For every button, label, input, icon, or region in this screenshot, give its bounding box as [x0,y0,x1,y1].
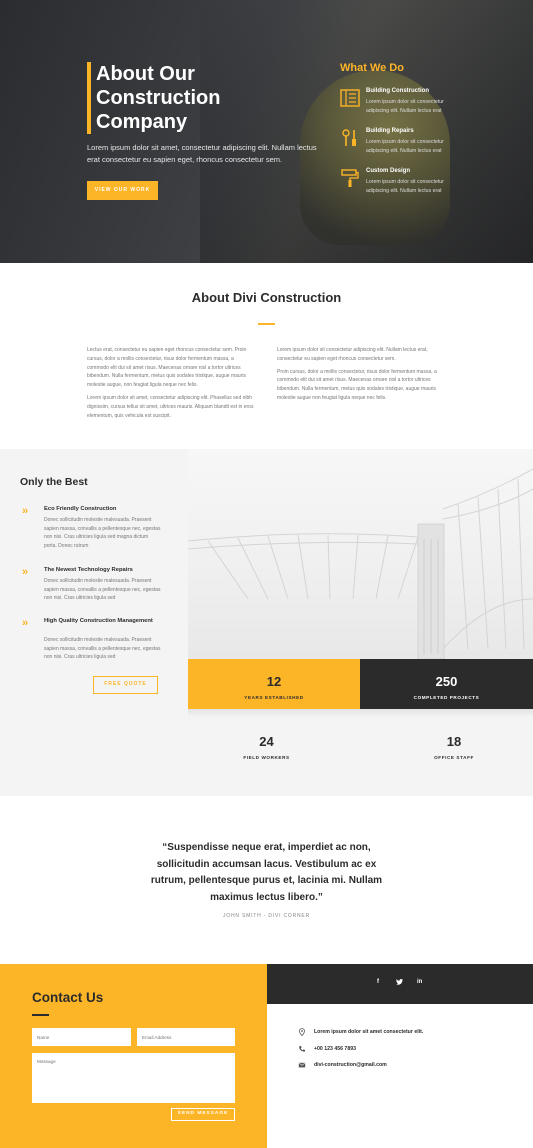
tools-icon [342,129,356,146]
contact-phone: +00 123 456 7893 [314,1046,356,1052]
service-description: Lorem ipsum dolor sit consectetur adipis… [366,139,444,154]
stat-item: 18 OFFICE STAFF [375,734,533,760]
facebook-icon[interactable]: f [377,979,379,985]
about-right-column: Lorem ipsum dolor sit consectetur adipis… [277,346,445,407]
feature-title: High Quality Construction Management [44,618,153,624]
feature-title: Eco Friendly Construction [44,506,117,512]
about-title-divider [258,323,275,325]
double-chevron-right-icon: » [22,566,29,578]
about-title: About Divi Construction [191,290,342,305]
stat-item: 24 FIELD WORKERS [188,734,345,760]
service-title: Custom Design [366,168,411,174]
paint-roller-icon [341,169,359,187]
stat-label: YEARS ESTABLISHED [244,695,304,700]
service-item: Building Repairs Lorem ipsum dolor sit c… [340,128,460,164]
about-paragraph: Lorem ipsum dolor sit amet, consectetur … [87,394,254,419]
stat-label: COMPLETED PROJECTS [413,695,480,700]
service-title: Building Repairs [366,128,414,134]
double-chevron-right-icon: » [22,505,29,517]
about-paragraph: Lorem ipsum dolor sit consectetur adipis… [277,347,428,362]
stat-label: FIELD WORKERS [243,755,290,760]
feature-description: Donec sollicitudin molestie malesuada. P… [44,578,161,602]
feature-description: Donec sollicitudin molestie malesuada. P… [44,637,161,661]
bridge-image [188,449,533,659]
what-we-do-title: What We Do [340,62,404,74]
contact-title-divider [32,1014,49,1016]
linkedin-icon[interactable]: in [417,979,422,985]
stat-number: 24 [259,734,274,749]
view-our-work-button[interactable]: VIEW OUR WORK [87,181,158,200]
hero-title: About Our Construction Company [96,63,221,133]
stat-item: 250 COMPLETED PROJECTS [360,674,533,700]
stat-number: 18 [446,734,462,749]
blueprint-icon [340,89,360,107]
service-item: Building Construction Lorem ipsum dolor … [340,88,460,124]
stat-label: OFFICE STAFF [434,755,474,760]
contact-info-address: Lorem ipsum dolor sit amet consectetur e… [298,1028,498,1038]
service-description: Lorem ipsum dolor sit consectetur adipis… [366,179,444,194]
mail-icon [298,1062,306,1068]
double-chevron-right-icon: » [22,617,29,629]
bridge-illustration [188,468,533,659]
service-title: Building Construction [366,88,429,94]
message-field[interactable] [32,1053,235,1103]
stats-shadow [188,709,533,717]
contact-info-phone: +00 123 456 7893 [298,1045,498,1055]
name-field[interactable] [32,1028,131,1046]
twitter-icon[interactable] [396,979,403,987]
send-message-button[interactable]: SEND MESSAGE [171,1108,235,1121]
feature-description: Donec sollicitudin molestie malesuada. P… [44,517,161,550]
email-field[interactable] [137,1028,235,1046]
best-title: Only the Best [20,476,88,488]
stat-number: 12 [266,674,282,689]
map-pin-icon [299,1028,305,1036]
feature-title: The Newest Technology Repairs [44,567,133,573]
stat-number: 250 [435,674,458,689]
contact-address: Lorem ipsum dolor sit amet consectetur e… [314,1029,424,1035]
free-quote-button[interactable]: FREE QUOTE [93,676,158,694]
testimonial-author: JOHN SMITH - DIVI CORNER [223,913,310,919]
service-item: Custom Design Lorem ipsum dolor sit cons… [340,168,460,204]
phone-icon [299,1046,305,1052]
about-left-column: Lectus erat, consectetur eu sapien eget … [87,346,255,424]
about-paragraph: Lectus erat, consectetur eu sapien eget … [87,347,247,389]
testimonial-quote: “Suspendisse neque erat, imperdiet ac no… [150,842,383,903]
service-description: Lorem ipsum dolor sit consectetur adipis… [366,99,444,114]
stat-item: 12 YEARS ESTABLISHED [188,674,360,700]
hero-title-accent-bar [87,62,91,134]
contact-email: divi-construction@gmail.com [314,1062,387,1068]
hero-description: Lorem ipsum dolor sit amet, consectetur … [87,143,317,164]
about-paragraph: Proin cursus, dolor a mollis consectetur… [277,368,437,401]
contact-title: Contact Us [32,990,104,1005]
contact-info-email: divi-construction@gmail.com [298,1061,498,1071]
